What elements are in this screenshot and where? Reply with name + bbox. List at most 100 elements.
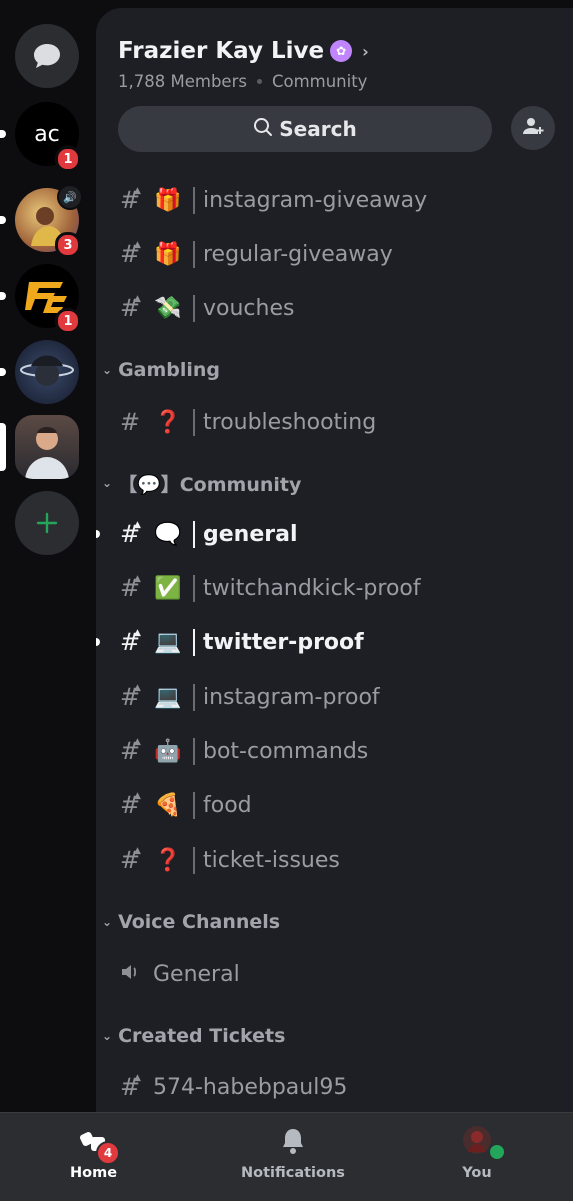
server-subtitle: 1,788 Members Community	[118, 72, 367, 91]
boost-icon: ✿	[330, 40, 353, 62]
nav-label: Home	[70, 1165, 118, 1181]
chat-bubble-icon	[15, 24, 79, 88]
divider	[193, 187, 195, 214]
server-header: Frazier Kay Live ✿ › 1,788 Members Commu…	[96, 8, 573, 178]
server-icon-ac[interactable]: ac 1	[0, 102, 81, 172]
search-label: Search	[279, 117, 357, 141]
unread-indicator	[96, 638, 100, 646]
mention-badge: 1	[55, 308, 81, 334]
locked-hash-icon: # ▲	[120, 791, 141, 819]
nav-label: Notifications	[241, 1165, 345, 1181]
locked-hash-icon: # ▲	[120, 294, 141, 322]
unread-indicator	[0, 368, 6, 376]
speaker-icon: 🔊	[57, 184, 83, 210]
nav-notifications[interactable]: Notifications	[241, 1125, 345, 1181]
channel-emoji: 🎁	[154, 241, 182, 267]
plus-icon	[15, 491, 79, 555]
channel-emoji: 💸	[154, 295, 182, 321]
add-user-icon	[521, 114, 545, 142]
channel-emoji: 💻	[154, 684, 182, 710]
channel-emoji: 🤖	[154, 738, 182, 764]
channel-name: twitter-proof	[203, 629, 364, 655]
server-type: Community	[271, 72, 368, 91]
voice-channel-item[interactable]: General	[96, 951, 573, 997]
channel-name: food	[203, 792, 252, 818]
divider	[193, 738, 195, 765]
locked-hash-icon: # ▲	[120, 520, 141, 548]
server-title[interactable]: Frazier Kay Live ✿ ›	[118, 38, 369, 64]
search-button[interactable]: Search	[118, 106, 492, 152]
channel-emoji: 💻	[154, 629, 182, 655]
svg-text:ac: ac	[34, 122, 60, 147]
nav-home[interactable]: 4 Home	[70, 1125, 120, 1181]
category-label: Gambling	[118, 359, 221, 381]
server-rail: ac 1 🔊 3 1	[0, 0, 96, 1112]
category-voice-channels[interactable]: ⌄ Voice Channels	[102, 907, 280, 937]
search-icon	[253, 117, 273, 142]
channel-name: vouches	[203, 295, 295, 321]
channel-emoji: ✅	[154, 575, 182, 601]
category-community[interactable]: ⌄ 【💬】Community	[102, 468, 301, 498]
channel-item[interactable]: # ▲ 🤖 bot-commands	[96, 728, 573, 774]
online-status-indicator	[488, 1143, 506, 1161]
divider	[193, 409, 195, 436]
bottom-navigation: 4 Home Notifications You	[0, 1112, 573, 1201]
channel-name: troubleshooting	[203, 409, 377, 435]
channel-emoji: 🍕	[154, 792, 182, 818]
channel-item[interactable]: # ▲ 💻 instagram-proof	[96, 674, 573, 720]
chevron-down-icon: ⌄	[102, 1029, 113, 1043]
channel-emoji: 🎁	[154, 187, 182, 213]
separator-dot	[256, 79, 262, 84]
unread-indicator	[0, 130, 6, 138]
divider	[193, 792, 195, 819]
server-icon-fc[interactable]: 1	[0, 264, 81, 334]
chevron-right-icon: ›	[362, 41, 369, 61]
channel-item[interactable]: # ▲ ❓ ticket-issues	[96, 837, 573, 883]
locked-hash-icon: # ▲	[120, 846, 141, 874]
mention-badge: 3	[55, 232, 81, 258]
direct-messages-button[interactable]	[15, 24, 79, 88]
category-gambling[interactable]: ⌄ Gambling	[102, 355, 220, 385]
channel-name: regular-giveaway	[203, 241, 393, 267]
channel-name: ticket-issues	[203, 847, 340, 873]
divider	[193, 295, 195, 322]
member-count: 1,788 Members	[118, 72, 247, 91]
selected-indicator	[0, 423, 6, 471]
channel-item[interactable]: # ▲ 💸 vouches	[96, 285, 573, 331]
divider	[193, 575, 195, 602]
channel-item[interactable]: # ▲ ✅ twitchandkick-proof	[96, 565, 573, 611]
channel-name: twitchandkick-proof	[203, 575, 421, 601]
channel-item[interactable]: # ▲ 💻 twitter-proof	[96, 619, 573, 665]
hash-icon: #	[120, 408, 141, 436]
server-name: Frazier Kay Live	[118, 38, 325, 64]
channel-item[interactable]: # ▲ 🎁 instagram-giveaway	[96, 177, 573, 223]
channel-emoji: ❓	[154, 409, 182, 435]
channel-item[interactable]: # ▲ 🍕 food	[96, 782, 573, 828]
channel-name: general	[203, 521, 298, 547]
speaker-icon	[120, 962, 140, 986]
category-label: Created Tickets	[118, 1025, 286, 1047]
category-label: 【💬】Community	[118, 473, 302, 496]
chevron-down-icon: ⌄	[102, 476, 113, 490]
channel-item[interactable]: # ▲ 574-habebpaul95	[96, 1064, 573, 1110]
server-icon-2[interactable]: 🔊 3	[0, 184, 83, 258]
channel-item[interactable]: # ▲ 🎁 regular-giveaway	[96, 231, 573, 277]
mention-badge: 1	[55, 146, 81, 172]
server-icon-5[interactable]	[0, 415, 79, 479]
channel-name: instagram-giveaway	[203, 187, 428, 213]
chevron-down-icon: ⌄	[102, 363, 113, 377]
invite-members-button[interactable]	[511, 106, 555, 150]
voice-channel-name: General	[153, 961, 240, 987]
channel-item[interactable]: # ❓ troubleshooting	[96, 399, 573, 445]
category-created-tickets[interactable]: ⌄ Created Tickets	[102, 1021, 285, 1051]
nav-you[interactable]: You	[462, 1125, 506, 1181]
locked-hash-icon: # ▲	[120, 683, 141, 711]
locked-hash-icon: # ▲	[120, 737, 141, 765]
chevron-down-icon: ⌄	[102, 915, 113, 929]
channel-item[interactable]: # ▲ 🗨️ general	[96, 511, 573, 557]
locked-hash-icon: # ▲	[120, 1073, 141, 1101]
server-icon-4[interactable]	[0, 340, 79, 404]
add-server-button[interactable]	[15, 491, 79, 555]
home-badge: 4	[96, 1141, 120, 1165]
divider	[193, 629, 195, 656]
